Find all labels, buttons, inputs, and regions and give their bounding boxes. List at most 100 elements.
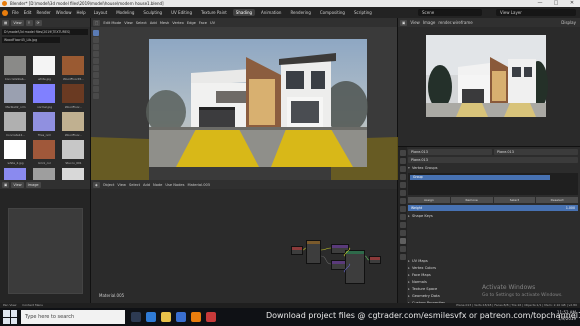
blender-menu-icon[interactable]: [2, 9, 8, 16]
world-tab-icon[interactable]: [399, 190, 406, 196]
file-explorer-icon[interactable]: [161, 312, 171, 322]
object-tab-icon[interactable]: [399, 198, 406, 204]
viewport-menu-view[interactable]: View: [124, 21, 133, 25]
render-editor-type[interactable]: ▣: [400, 19, 408, 26]
node-menu-select[interactable]: Select: [129, 183, 140, 187]
view-layer-selector[interactable]: View Layer: [496, 9, 576, 16]
tab-shading[interactable]: Shading: [232, 9, 256, 16]
app-icon[interactable]: [206, 312, 216, 322]
maximize-button[interactable]: □: [548, 0, 564, 7]
editor-type-button[interactable]: ▦: [2, 19, 10, 26]
texture-thumbnail[interactable]: normal.jpg: [31, 83, 58, 109]
texture-thumbnail[interactable]: WoodFloor...: [60, 111, 87, 137]
image-texture-node[interactable]: [306, 240, 321, 264]
uv-maps-panel[interactable]: UV Maps: [408, 258, 578, 265]
view-layer-tab-icon[interactable]: [399, 174, 406, 180]
assign-button[interactable]: Assign: [408, 197, 450, 203]
image-view-menu[interactable]: View: [11, 181, 24, 188]
constraints-tab-icon[interactable]: [399, 230, 406, 236]
display-menu[interactable]: Display: [561, 20, 576, 25]
use-nodes-toggle[interactable]: Use Nodes: [165, 183, 184, 187]
mode-selector[interactable]: Edit Mode: [103, 21, 121, 25]
weight-slider[interactable]: Weight 1.000: [408, 205, 578, 211]
node-menu-node[interactable]: Node: [153, 183, 162, 187]
tab-sculpting[interactable]: Sculpting: [140, 9, 165, 16]
face-maps-panel[interactable]: Face Maps: [408, 272, 578, 279]
vertex-colors-panel[interactable]: Vertex Colors: [408, 265, 578, 272]
tab-texture-paint[interactable]: Texture Paint: [198, 9, 230, 16]
windows-start-icon[interactable]: [3, 310, 17, 324]
menu-edit[interactable]: Edit: [24, 10, 32, 15]
viewport-menu-face[interactable]: Face: [199, 21, 207, 25]
tab-modeling[interactable]: Modeling: [113, 9, 137, 16]
remove-button[interactable]: Remove: [450, 197, 493, 203]
node-editor-type[interactable]: ◈: [93, 181, 100, 188]
tab-scripting[interactable]: Scripting: [351, 9, 375, 16]
deselect-button[interactable]: Deselect: [536, 197, 578, 203]
edge-browser-icon[interactable]: [146, 312, 156, 322]
uv-grid[interactable]: [8, 208, 83, 294]
tab-rendering[interactable]: Rendering: [287, 9, 313, 16]
filename-field[interactable]: WoodFloor45_Lib.jpg: [2, 37, 60, 43]
tab-layout[interactable]: Layout: [91, 9, 111, 16]
parent-folder-button[interactable]: ↑: [25, 19, 33, 26]
viewport-menu-edge[interactable]: Edge: [187, 21, 196, 25]
shape-keys-panel[interactable]: Shape Keys: [408, 213, 578, 220]
viewport-menu-uv[interactable]: UV: [210, 21, 215, 25]
viewport-menu-mesh[interactable]: Mesh: [160, 21, 169, 25]
material-output-node[interactable]: [369, 256, 381, 264]
menu-help[interactable]: Help: [76, 10, 85, 15]
texture-thumbnail[interactable]: white.jpg: [31, 55, 58, 81]
scene-selector[interactable]: Scene: [418, 9, 482, 16]
particles-tab-icon[interactable]: [399, 214, 406, 220]
task-view-icon[interactable]: [131, 312, 141, 322]
render-preview[interactable]: [398, 27, 580, 146]
path-field[interactable]: D:\model\3d model files\2019\TEXTURES\: [2, 29, 88, 35]
refresh-button[interactable]: ⟳: [34, 19, 42, 26]
menu-render[interactable]: Render: [36, 10, 50, 15]
viewport-menu-add[interactable]: Add: [150, 21, 157, 25]
texture-tab-icon[interactable]: [399, 254, 406, 260]
physics-tab-icon[interactable]: [399, 222, 406, 228]
image-editor-type[interactable]: ▣: [2, 181, 10, 188]
select-button[interactable]: Select: [493, 197, 536, 203]
node-object-menu[interactable]: Object: [103, 183, 115, 187]
texture-thumbnail[interactable]: Marble02_nrm: [2, 83, 29, 109]
viewport-menu-select[interactable]: Select: [136, 21, 147, 25]
tool-tab-icon[interactable]: [399, 150, 406, 156]
system-clock[interactable]: 11:52 AM 1/9/2019: [557, 310, 576, 322]
3d-viewport[interactable]: ⬚ Edit Mode View Select Add Mesh Vertex …: [91, 18, 398, 180]
tab-uv-editing[interactable]: UV Editing: [168, 9, 195, 16]
render-view-menu[interactable]: View: [410, 20, 420, 25]
texture-thumbnail[interactable]: ConcreteSlab...: [2, 55, 29, 81]
menu-file[interactable]: File: [12, 10, 19, 15]
render-image-menu[interactable]: Image: [423, 20, 436, 25]
texture-thumbnail[interactable]: Stucco_001: [60, 139, 87, 165]
vertex-group-list[interactable]: Group: [408, 173, 578, 195]
texture-thumbnail[interactable]: Concrete12...: [2, 111, 29, 137]
render-tab-icon[interactable]: [399, 158, 406, 164]
vertex-groups-panel[interactable]: Vertex Groups: [408, 165, 578, 172]
texture-thumbnail[interactable]: Tiles_nrm: [31, 111, 58, 137]
material-tab-icon[interactable]: [399, 246, 406, 252]
viewport-menu-vertex[interactable]: Vertex: [172, 21, 184, 25]
vertex-group-item[interactable]: Group: [410, 175, 550, 180]
viewport-editor-type[interactable]: ⬚: [93, 19, 101, 26]
output-tab-icon[interactable]: [399, 166, 406, 172]
node-menu-view[interactable]: View: [117, 183, 126, 187]
node-editor[interactable]: ◈ Object View Select Add Node Use Nodes …: [91, 180, 398, 314]
taskbar-search-input[interactable]: Type here to search: [21, 310, 125, 324]
texture-thumbnail[interactable]: white_2.jpg: [2, 139, 29, 165]
render-slot[interactable]: render.wireframe: [438, 20, 472, 25]
store-icon[interactable]: [176, 312, 186, 322]
modifier-tab-icon[interactable]: [399, 206, 406, 212]
blender-taskbar-icon[interactable]: [191, 312, 201, 322]
scene-tab-icon[interactable]: [399, 182, 406, 188]
node-menu-add[interactable]: Add: [143, 183, 150, 187]
tab-animation[interactable]: Animation: [258, 9, 284, 16]
texture-thumbnail[interactable]: WoodFloor...: [60, 83, 87, 109]
texture-thumbnail[interactable]: WoodFloor45...: [60, 55, 87, 81]
material-selector[interactable]: Material.005: [188, 183, 211, 187]
image-menu[interactable]: Image: [25, 181, 41, 188]
close-button[interactable]: ✕: [564, 0, 580, 7]
